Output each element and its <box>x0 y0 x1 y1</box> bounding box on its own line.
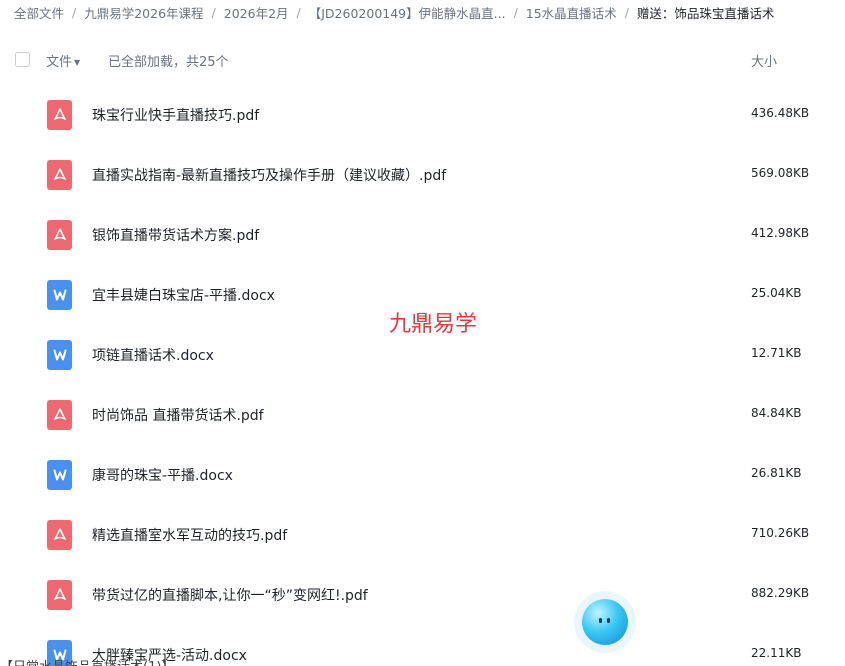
file-row[interactable]: 珠宝行业快手直播技巧.pdf 436.48KB <box>0 85 845 145</box>
word-icon <box>47 280 72 310</box>
watermark-text: 九鼎易学 <box>389 312 478 337</box>
breadcrumb-separator: / <box>211 4 216 20</box>
breadcrumb: 全部文件 / 九鼎易学2026年课程 / 2026年2月 / 【JD260200… <box>14 2 774 22</box>
file-size: 12.71KB <box>751 346 802 360</box>
pdf-icon <box>47 520 72 550</box>
breadcrumb-separator: / <box>624 4 629 20</box>
file-browser: 全部文件 / 九鼎易学2026年课程 / 2026年2月 / 【JD260200… <box>0 0 845 666</box>
sort-by-name-button[interactable]: 文件 ▼ <box>46 51 80 70</box>
file-size: 710.26KB <box>751 526 810 540</box>
pdf-icon <box>47 160 72 190</box>
file-name: 直播实战指南-最新直播技巧及操作手册（建议收藏）.pdf <box>92 168 447 184</box>
breadcrumb-item-all-files[interactable]: 全部文件 <box>14 3 64 22</box>
breadcrumb-item-current: 赠送：饰品珠宝直播话术 <box>636 5 775 21</box>
mascot-eye <box>599 618 602 623</box>
list-header: 文件 ▼ 已全部加载，共25个 大小 <box>0 44 845 74</box>
pdf-icon <box>47 400 72 430</box>
word-icon <box>47 460 72 490</box>
size-column-header[interactable]: 大小 <box>751 51 777 70</box>
file-row[interactable]: 直播实战指南-最新直播技巧及操作手册（建议收藏）.pdf 569.08KB <box>0 145 845 205</box>
file-name: 康哥的珠宝-平播.docx <box>92 468 233 484</box>
file-size: 22.11KB <box>751 646 802 660</box>
file-name: 珠宝行业快手直播技巧.pdf <box>92 108 260 124</box>
file-row[interactable]: 银饰直播带货话术方案.pdf 412.98KB <box>0 205 845 265</box>
loaded-count-text: 已全部加载，共25个 <box>108 55 229 70</box>
breadcrumb-separator: / <box>72 4 77 20</box>
breadcrumb-item-script-folder[interactable]: 15水晶直播话术 <box>526 3 617 22</box>
file-name: 带货过亿的直播脚本,让你一“秒”变网红!.pdf <box>92 588 368 604</box>
mascot-eye <box>607 618 610 623</box>
file-size: 25.04KB <box>751 286 802 300</box>
pdf-icon <box>47 100 72 130</box>
file-name: 宜丰县婕白珠宝店-平播.docx <box>92 288 275 304</box>
file-row[interactable]: 带货过亿的直播脚本,让你一“秒”变网红!.pdf 882.29KB <box>0 565 845 625</box>
file-size: 412.98KB <box>751 226 810 240</box>
file-name: 银饰直播带货话术方案.pdf <box>92 228 260 244</box>
file-size: 84.84KB <box>751 406 802 420</box>
file-size: 436.48KB <box>751 106 810 120</box>
sort-label: 文件 <box>46 55 73 70</box>
assistant-mascot-icon[interactable] <box>582 599 628 645</box>
select-all-checkbox[interactable] <box>15 52 30 67</box>
file-name: 项链直播话术.docx <box>92 348 214 364</box>
breadcrumb-item-month[interactable]: 2026年2月 <box>224 3 289 22</box>
breadcrumb-separator: / <box>296 4 301 20</box>
pdf-icon <box>47 220 72 250</box>
word-icon <box>47 340 72 370</box>
file-size: 569.08KB <box>751 166 810 180</box>
pdf-icon <box>47 580 72 610</box>
file-row[interactable]: 精选直播室水军互动的技巧.pdf 710.26KB <box>0 505 845 565</box>
breadcrumb-separator: / <box>513 4 518 20</box>
file-size: 26.81KB <box>751 466 802 480</box>
breadcrumb-item-course-folder[interactable]: 【JD260200149】伊能静水晶直... <box>309 3 506 22</box>
overlapping-file-text: 【日常水晶饰品直播话术(1)】 <box>0 656 174 666</box>
breadcrumb-item-course[interactable]: 九鼎易学2026年课程 <box>84 3 203 22</box>
sort-down-icon: ▼ <box>74 58 81 67</box>
file-name: 精选直播室水军互动的技巧.pdf <box>92 528 288 544</box>
file-row[interactable]: 康哥的珠宝-平播.docx 26.81KB <box>0 445 845 505</box>
file-name: 时尚饰品 直播带货话术.pdf <box>92 408 264 424</box>
file-row[interactable]: 时尚饰品 直播带货话术.pdf 84.84KB <box>0 385 845 445</box>
file-size: 882.29KB <box>751 586 810 600</box>
